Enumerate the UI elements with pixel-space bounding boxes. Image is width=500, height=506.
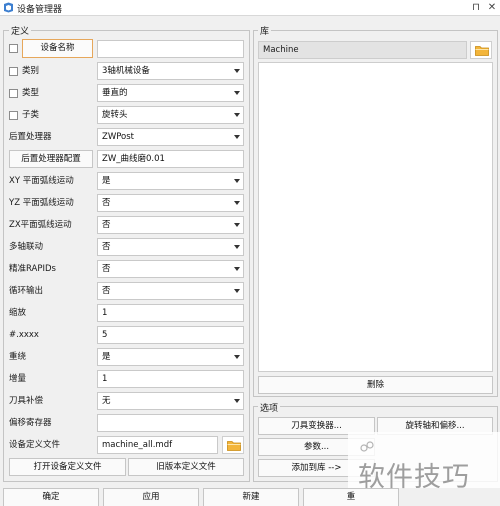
watermark-icon xyxy=(360,441,374,452)
pp-config-button[interactable]: 后置处理器配置 xyxy=(9,150,93,168)
delete-button[interactable]: 删除 xyxy=(258,376,493,394)
open-def-file-button[interactable]: 打开设备定义文件 xyxy=(9,458,126,476)
pp-config-field[interactable]: ZW_曲线磨0.01 xyxy=(97,150,244,168)
type-select-value: 垂直的 xyxy=(102,88,128,98)
category-select-value: 3轴机械设备 xyxy=(102,66,150,76)
offset-register-field[interactable] xyxy=(97,414,244,432)
postprocessor-label: 后置处理器 xyxy=(9,132,52,142)
chevron-down-icon xyxy=(234,223,240,227)
close-icon[interactable]: ✕ xyxy=(485,1,499,15)
chevron-down-icon xyxy=(234,113,240,117)
category-select[interactable]: 3轴机械设备 xyxy=(97,62,244,80)
yz-arc-label: YZ 平面弧线运动 xyxy=(9,198,74,208)
offset-register-label: 偏移寄存器 xyxy=(9,418,52,428)
zx-arc-select[interactable]: 否 xyxy=(97,216,244,234)
loop-output-select-value: 否 xyxy=(102,286,111,296)
scale-label: 缩放 xyxy=(9,308,27,318)
repeat-select-value: 是 xyxy=(102,352,111,362)
ok-button[interactable]: 确定 xyxy=(3,488,99,506)
yz-arc-select-value: 否 xyxy=(102,198,111,208)
chevron-down-icon xyxy=(234,399,240,403)
def-file-browse-button[interactable] xyxy=(222,436,244,454)
category-label: 类别 xyxy=(22,66,40,76)
chevron-down-icon xyxy=(234,91,240,95)
title-bar: 设备管理器 ⊓ ✕ xyxy=(0,0,500,16)
increment-label: 增量 xyxy=(9,374,27,384)
subtype-checkbox[interactable] xyxy=(9,111,18,120)
category-checkbox[interactable] xyxy=(9,67,18,76)
increment-field[interactable]: 1 xyxy=(97,370,244,388)
tool-comp-select[interactable]: 无 xyxy=(97,392,244,410)
old-def-file-button[interactable]: 旧版本定义文件 xyxy=(128,458,244,476)
type-select[interactable]: 垂直的 xyxy=(97,84,244,102)
device-name-checkbox[interactable] xyxy=(9,44,18,53)
subtype-select-value: 旋转头 xyxy=(102,110,128,120)
zx-arc-label: ZX平面弧线运动 xyxy=(9,220,72,230)
subtype-label: 子类 xyxy=(22,110,40,120)
multiaxis-select[interactable]: 否 xyxy=(97,238,244,256)
multiaxis-select-value: 否 xyxy=(102,242,111,252)
rapids-label: 精准RAPIDs xyxy=(9,264,56,274)
rapids-select-value: 否 xyxy=(102,264,111,274)
xxxx-field[interactable]: 5 xyxy=(97,326,244,344)
subtype-select[interactable]: 旋转头 xyxy=(97,106,244,124)
loop-output-label: 循环输出 xyxy=(9,286,44,296)
xy-arc-label: XY 平面弧线运动 xyxy=(9,176,74,186)
def-file-label: 设备定义文件 xyxy=(9,440,61,450)
xy-arc-select-value: 是 xyxy=(102,176,111,186)
scale-field[interactable]: 1 xyxy=(97,304,244,322)
pin-icon[interactable]: ⊓ xyxy=(469,1,483,15)
library-selected-field[interactable]: Machine xyxy=(258,41,467,59)
new-button[interactable]: 新建 xyxy=(203,488,299,506)
library-list[interactable] xyxy=(258,62,493,372)
tool-comp-label: 刀具补偿 xyxy=(9,396,44,406)
type-checkbox[interactable] xyxy=(9,89,18,98)
watermark-text: 软件技巧 xyxy=(358,462,470,493)
library-browse-button[interactable] xyxy=(470,41,492,59)
chevron-down-icon xyxy=(234,179,240,183)
library-group-title: 库 xyxy=(258,24,272,37)
chevron-down-icon xyxy=(234,289,240,293)
yz-arc-select[interactable]: 否 xyxy=(97,194,244,212)
device-name-button[interactable]: 设备名称 xyxy=(22,39,93,58)
chevron-down-icon xyxy=(234,201,240,205)
rapids-select[interactable]: 否 xyxy=(97,260,244,278)
postprocessor-select-value: ZWPost xyxy=(102,132,135,142)
chevron-down-icon xyxy=(234,267,240,271)
multiaxis-label: 多轴联动 xyxy=(9,242,44,252)
chevron-down-icon xyxy=(234,355,240,359)
apply-button[interactable]: 应用 xyxy=(103,488,199,506)
repeat-label: 重绕 xyxy=(9,352,27,362)
folder-icon xyxy=(227,441,241,451)
chevron-down-icon xyxy=(234,245,240,249)
def-file-field[interactable]: machine_all.mdf xyxy=(97,436,218,454)
folder-icon xyxy=(475,46,489,56)
definition-group-title: 定义 xyxy=(9,24,32,37)
window-title: 设备管理器 xyxy=(17,5,63,15)
repeat-select[interactable]: 是 xyxy=(97,348,244,366)
chevron-down-icon xyxy=(234,135,240,139)
chevron-down-icon xyxy=(234,69,240,73)
tool-comp-select-value: 无 xyxy=(102,396,111,406)
postprocessor-select[interactable]: ZWPost xyxy=(97,128,244,146)
xy-arc-select[interactable]: 是 xyxy=(97,172,244,190)
loop-output-select[interactable]: 否 xyxy=(97,282,244,300)
xxxx-label: #.xxxx xyxy=(9,330,39,340)
device-name-field[interactable] xyxy=(97,40,244,58)
app-icon xyxy=(4,2,13,13)
zx-arc-select-value: 否 xyxy=(102,220,111,230)
type-label: 类型 xyxy=(22,88,40,98)
options-group-title: 选项 xyxy=(258,401,281,414)
